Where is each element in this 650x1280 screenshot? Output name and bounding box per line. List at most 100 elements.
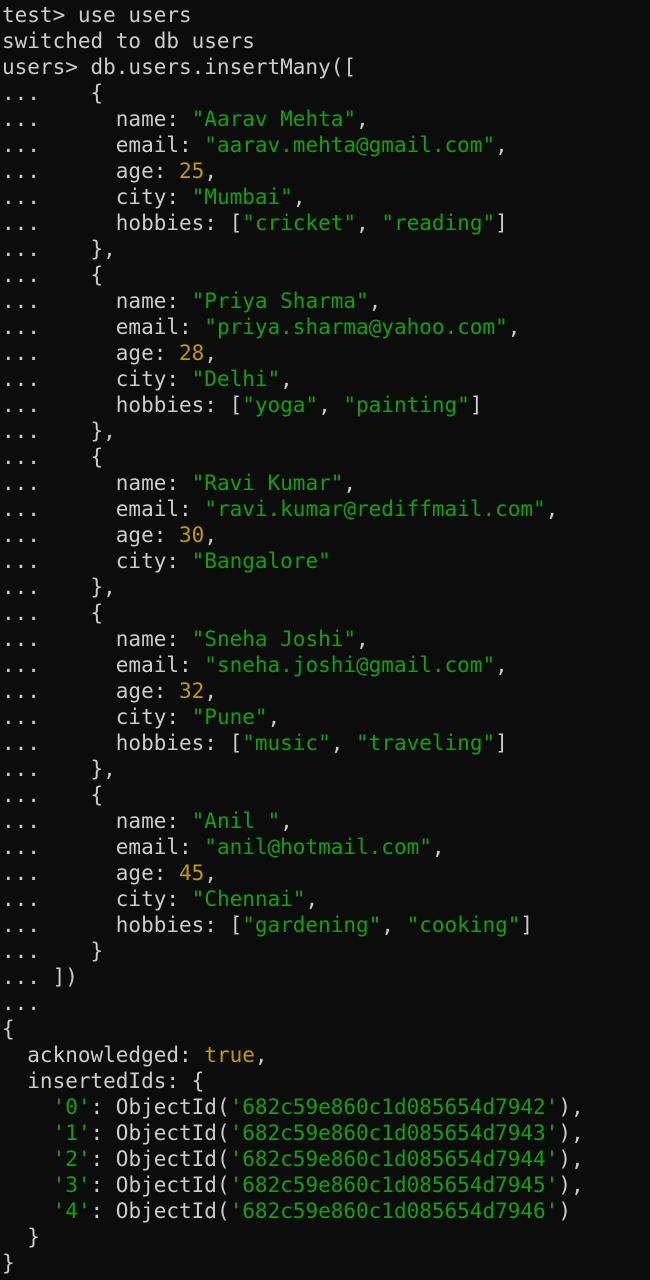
terminal-line: ... email: "ravi.kumar@rediffmail.com",: [2, 496, 650, 522]
terminal-text: ),: [558, 1121, 584, 1145]
terminal-text: ... ]): [2, 965, 78, 989]
terminal-line: ... name: "Aarav Mehta",: [2, 106, 650, 132]
terminal-text: acknowledged:: [2, 1043, 205, 1067]
terminal-line: insertedIds: {: [2, 1068, 650, 1094]
terminal-line: ... }: [2, 938, 650, 964]
terminal-text: ),: [558, 1173, 584, 1197]
terminal-text: "Sneha Joshi": [191, 627, 357, 651]
terminal-line: ... {: [2, 782, 650, 808]
terminal-text: ,: [204, 679, 217, 703]
terminal-line: ... name: "Anil ",: [2, 808, 650, 834]
terminal-line: '2': ObjectId('682c59e860c1d085654d7944'…: [2, 1146, 650, 1172]
terminal-text: '682c59e860c1d085654d7946': [229, 1199, 559, 1223]
terminal-line: ... email: "anil@hotmail.com",: [2, 834, 650, 860]
terminal-line: ... city: "Mumbai",: [2, 184, 650, 210]
terminal-line: ... name: "Ravi Kumar",: [2, 470, 650, 496]
terminal-text: ,: [431, 835, 445, 859]
terminal-text: 30: [179, 523, 205, 547]
terminal-line: ... hobbies: ["cricket", "reading"]: [2, 210, 650, 236]
terminal-text: }: [2, 1251, 15, 1275]
terminal-line: '0': ObjectId('682c59e860c1d085654d7942'…: [2, 1094, 650, 1120]
terminal-text: : ObjectId(: [90, 1095, 230, 1119]
terminal-text: ... email:: [2, 653, 205, 677]
terminal-text: ... {: [2, 783, 104, 807]
terminal-line: ... },: [2, 756, 650, 782]
terminal-text: ,: [254, 1043, 268, 1067]
terminal-text: switched to db users: [2, 29, 255, 53]
terminal-text: ... name:: [2, 471, 192, 495]
terminal-text: ... email:: [2, 497, 205, 521]
terminal-text: ... },: [2, 575, 116, 599]
terminal-line: {: [2, 1016, 650, 1042]
terminal-text: ]: [520, 913, 534, 937]
terminal-text: 45: [179, 861, 205, 885]
terminal-text: ... {: [2, 445, 104, 469]
terminal-text: '3': [52, 1173, 91, 1197]
terminal-line: ... city: "Delhi",: [2, 366, 650, 392]
terminal-text: ... {: [2, 81, 104, 105]
terminal-text: ,: [507, 315, 521, 339]
terminal-line: ... age: 32,: [2, 678, 650, 704]
terminal-line: ... email: "priya.sharma@yahoo.com",: [2, 314, 650, 340]
terminal-text: "Chennai": [191, 887, 306, 911]
terminal-output[interactable]: test> use users switched to db users users…: [0, 0, 650, 1280]
terminal-text: ... city:: [2, 185, 192, 209]
terminal-text: ]: [495, 211, 508, 235]
terminal-text: ... name:: [2, 627, 192, 651]
terminal-text: "aarav.mehta@gmail.com": [204, 133, 496, 157]
terminal-text: '682c59e860c1d085654d7944': [229, 1147, 559, 1171]
terminal-text: : ObjectId(: [90, 1121, 230, 1145]
terminal-text: "Anil ": [191, 809, 281, 833]
terminal-text: ... {: [2, 263, 104, 287]
terminal-text: "Bangalore": [191, 549, 331, 573]
terminal-line: ... age: 30,: [2, 522, 650, 548]
terminal-text: }: [2, 1225, 40, 1249]
terminal-text: true: [204, 1043, 255, 1067]
terminal-text: ...: [2, 991, 40, 1015]
terminal-text: "cricket": [242, 211, 357, 235]
terminal-text: "reading": [381, 211, 496, 235]
terminal-text: ,: [330, 731, 357, 755]
terminal-line: ... city: "Chennai",: [2, 886, 650, 912]
terminal-text: ,: [204, 861, 217, 885]
terminal-text: ... city:: [2, 549, 192, 573]
terminal-line: ... {: [2, 600, 650, 626]
terminal-text: ,: [292, 185, 306, 209]
terminal-text: '4': [52, 1199, 91, 1223]
terminal-text: ... name:: [2, 107, 192, 131]
terminal-text: '0': [52, 1095, 91, 1119]
terminal-text: ),: [558, 1147, 584, 1171]
terminal-text: '1': [52, 1121, 91, 1145]
terminal-text: ),: [558, 1095, 584, 1119]
terminal-line: }: [2, 1250, 650, 1276]
terminal-text: "sneha.joshi@gmail.com": [204, 653, 496, 677]
terminal-line: acknowledged: true,: [2, 1042, 650, 1068]
terminal-text: "Delhi": [191, 367, 281, 391]
terminal-text: : ObjectId(: [90, 1173, 230, 1197]
terminal-line: test> use users: [2, 2, 650, 28]
terminal-text: ,: [280, 809, 293, 833]
terminal-line: ... },: [2, 418, 650, 444]
terminal-text: users> db.users.insertMany([: [2, 55, 357, 79]
terminal-line: '3': ObjectId('682c59e860c1d085654d7945'…: [2, 1172, 650, 1198]
terminal-text: "Aarav Mehta": [191, 107, 357, 131]
terminal-text: ... age:: [2, 159, 180, 183]
terminal-text: '682c59e860c1d085654d7943': [229, 1121, 559, 1145]
terminal-text: ... email:: [2, 835, 205, 859]
terminal-text: ,: [267, 705, 281, 729]
terminal-line: ... {: [2, 80, 650, 106]
terminal-text: 32: [179, 679, 205, 703]
terminal-line: users> db.users.insertMany([: [2, 54, 650, 80]
terminal-text: ,: [204, 523, 217, 547]
terminal-text: ... name:: [2, 289, 192, 313]
terminal-text: ,: [204, 341, 217, 365]
terminal-text: ,: [318, 393, 344, 417]
terminal-line: ... city: "Bangalore": [2, 548, 650, 574]
terminal-text: "Pune": [191, 705, 268, 729]
terminal-text: ,: [305, 887, 319, 911]
terminal-line: ... name: "Sneha Joshi",: [2, 626, 650, 652]
terminal-text: ,: [343, 471, 357, 495]
